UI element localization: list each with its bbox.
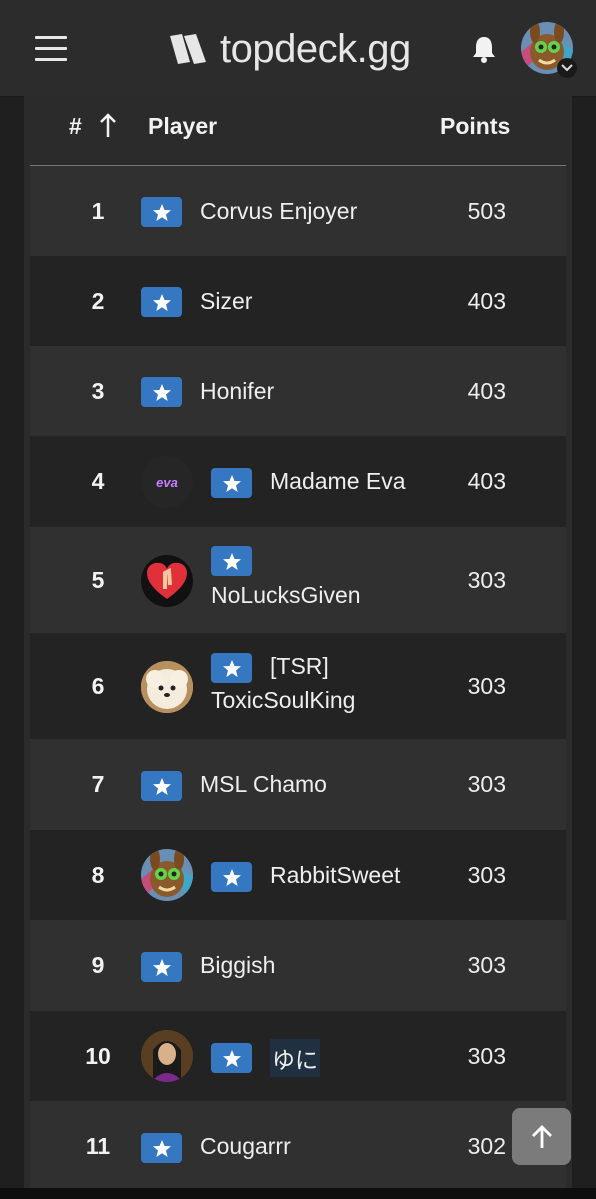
table-row[interactable]: 1 Corvus Enjoyer 503: [30, 166, 566, 257]
table-row[interactable]: 8 RabbitSweet 303: [30, 830, 566, 921]
star-icon: [222, 868, 241, 886]
table-row[interactable]: 10 ゆに 303: [30, 1011, 566, 1102]
brand-name: topdeck.gg: [220, 26, 411, 71]
points-cell: 403: [467, 378, 506, 404]
player-avatar[interactable]: eva: [141, 456, 193, 508]
avatar-logo-text: eva: [156, 474, 178, 490]
points-cell: 303: [467, 771, 506, 797]
star-icon: [152, 203, 171, 221]
star-badge: [211, 546, 252, 576]
points-cell: 303: [467, 862, 506, 888]
star-badge: [141, 1133, 182, 1163]
star-icon: [222, 474, 241, 492]
player-name[interactable]: MSL Chamo: [200, 771, 327, 798]
star-badge: [141, 287, 182, 317]
points-cell: 403: [467, 288, 506, 314]
topdeck-logo-icon: [170, 34, 206, 64]
points-cell: 303: [467, 567, 506, 593]
top-navigation-bar: topdeck.gg: [0, 0, 596, 97]
player-avatar[interactable]: [141, 1030, 193, 1082]
table-row[interactable]: 7 MSL Chamo 303: [30, 739, 566, 831]
star-badge: [211, 862, 252, 892]
player-avatar[interactable]: [141, 661, 193, 713]
points-cell: 302: [467, 1133, 506, 1159]
player-name[interactable]: Sizer: [200, 288, 252, 315]
star-icon: [152, 777, 171, 795]
bell-icon[interactable]: [470, 34, 498, 64]
star-icon: [152, 1139, 171, 1157]
player-name[interactable]: Corvus Enjoyer: [200, 198, 357, 225]
player-name[interactable]: ゆに: [270, 1039, 320, 1077]
star-badge: [211, 1043, 252, 1073]
table-row[interactable]: 6 [TSR] ToxicSoulKing 303: [30, 633, 566, 740]
player-column-header[interactable]: Player: [148, 113, 217, 140]
chevron-down-icon[interactable]: [557, 58, 577, 78]
points-cell: 303: [467, 673, 506, 699]
table-row[interactable]: 4 eva Madame Eva 403: [30, 436, 566, 528]
dog-avatar-icon: [141, 661, 193, 713]
heart-avatar-icon: [147, 562, 187, 599]
star-icon: [222, 1049, 241, 1067]
star-icon: [222, 552, 241, 570]
player-name[interactable]: Biggish: [200, 952, 275, 979]
table-row[interactable]: 2 Sizer 403: [30, 256, 566, 347]
rank-column-header[interactable]: #: [69, 113, 82, 140]
player-avatar[interactable]: [141, 849, 193, 901]
player-avatar[interactable]: [141, 555, 193, 607]
points-cell: 403: [467, 468, 506, 494]
table-row[interactable]: 5 NoLucksGiven 303: [30, 527, 566, 634]
standings-table: # Player Points 1 Corvus Enjoyer 503 2 S…: [24, 96, 572, 1188]
player-name[interactable]: RabbitSweet: [270, 862, 400, 889]
player-name[interactable]: Madame Eva: [270, 468, 406, 495]
star-badge: [141, 377, 182, 407]
hamburger-menu-icon[interactable]: [35, 36, 67, 62]
star-icon: [222, 659, 241, 677]
scroll-to-top-button[interactable]: [512, 1108, 571, 1165]
points-cell: 503: [467, 198, 506, 224]
table-row[interactable]: 9 Biggish 303: [30, 920, 566, 1012]
points-column-header[interactable]: Points: [440, 113, 510, 140]
star-icon: [152, 383, 171, 401]
player-name[interactable]: ToxicSoulKing: [211, 687, 355, 714]
character-avatar-icon: [141, 1030, 193, 1082]
player-name[interactable]: Cougarrr: [200, 1133, 291, 1160]
player-name[interactable]: Honifer: [200, 378, 274, 405]
star-badge: [211, 653, 252, 683]
table-row[interactable]: 11 Cougarrr 302: [30, 1101, 566, 1188]
arrow-up-icon: [531, 1124, 552, 1148]
arrow-up-icon[interactable]: [98, 113, 118, 139]
star-badge: [141, 197, 182, 227]
star-icon: [152, 293, 171, 311]
brand-logo[interactable]: topdeck.gg: [168, 24, 411, 74]
bottom-edge: [0, 1188, 596, 1199]
star-badge: [211, 468, 252, 498]
table-row[interactable]: 3 Honifer 403: [30, 346, 566, 437]
points-cell: 303: [467, 1043, 506, 1069]
table-header: # Player Points: [30, 96, 566, 166]
points-cell: 303: [467, 952, 506, 978]
player-name-tag[interactable]: [TSR]: [270, 653, 329, 680]
star-badge: [141, 952, 182, 982]
star-badge: [141, 771, 182, 801]
player-name[interactable]: NoLucksGiven: [211, 582, 361, 609]
rabbit-avatar-icon: [141, 849, 193, 901]
star-icon: [152, 958, 171, 976]
